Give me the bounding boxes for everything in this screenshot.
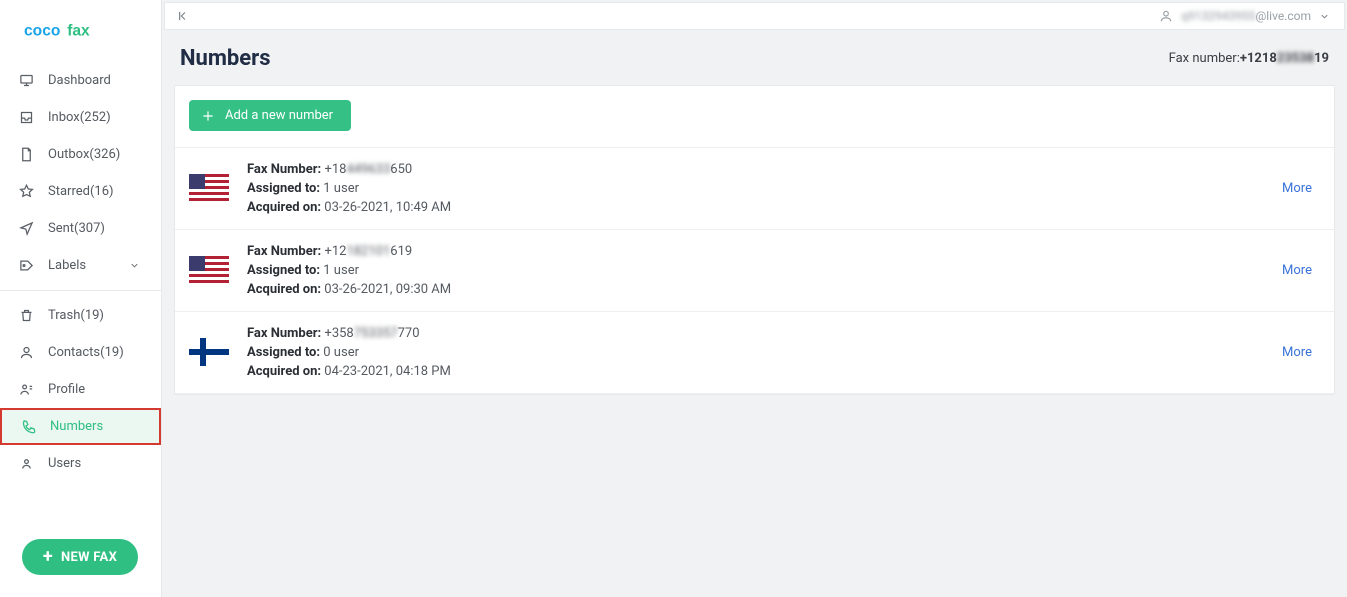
sidebar-item-label: Outbox(326) — [48, 147, 143, 162]
sidebar-item-label: Users — [48, 456, 143, 471]
row-acquired: Acquired on: 03-26-2021, 09:30 AM — [247, 282, 1282, 297]
brand-logo[interactable]: coco fax — [0, 0, 161, 56]
sidebar-item-inbox[interactable]: Inbox(252) — [0, 99, 161, 136]
more-link[interactable]: More — [1282, 263, 1312, 278]
row-acquired: Acquired on: 03-26-2021, 10:49 AM — [247, 200, 1282, 215]
number-row: Fax Number: +12182101619 Assigned to: 1 … — [175, 230, 1334, 312]
row-fax-number: Fax Number: +358753357770 — [247, 326, 1282, 341]
sidebar-item-label: Labels — [48, 258, 115, 273]
sent-icon — [18, 220, 34, 236]
chevron-down-icon — [129, 260, 143, 271]
inbox-icon — [18, 109, 34, 125]
sidebar-item-users[interactable]: Users — [0, 445, 161, 482]
numbers-list: Fax Number: +18449633650 Assigned to: 1 … — [175, 148, 1334, 394]
flag-us-icon — [189, 256, 229, 284]
users-icon — [18, 455, 34, 471]
sidebar-item-label: Dashboard — [48, 73, 143, 88]
star-icon — [18, 183, 34, 199]
page-header: Numbers Fax number:+12182353819 — [162, 30, 1347, 85]
row-fax-number: Fax Number: +12182101619 — [247, 244, 1282, 259]
sidebar-item-label: Trash(19) — [48, 308, 143, 323]
more-link[interactable]: More — [1282, 345, 1312, 360]
chevron-down-icon — [1319, 11, 1330, 22]
sidebar-item-trash[interactable]: Trash(19) — [0, 297, 161, 334]
sidebar-item-sent[interactable]: Sent(307) — [0, 210, 161, 247]
profile-icon — [18, 381, 34, 397]
sidebar-item-label: Inbox(252) — [48, 110, 143, 125]
contacts-icon — [18, 344, 34, 360]
row-acquired: Acquired on: 04-23-2021, 04:18 PM — [247, 364, 1282, 379]
dashboard-icon — [18, 72, 34, 88]
row-fax-number: Fax Number: +18449633650 — [247, 162, 1282, 177]
svg-text:fax: fax — [67, 23, 90, 40]
collapse-sidebar-button[interactable] — [173, 7, 191, 25]
sidebar-item-label: Numbers — [50, 419, 141, 434]
new-fax-label: NEW FAX — [61, 550, 117, 565]
flag-us-icon — [189, 174, 229, 202]
sidebar-item-labels[interactable]: Labels — [0, 247, 161, 284]
outbox-icon — [18, 146, 34, 162]
row-assigned: Assigned to: 1 user — [247, 181, 1282, 196]
numbers-card: Add a new number Fax Number: +1844963365… — [174, 85, 1335, 395]
label-icon — [18, 257, 34, 273]
user-menu[interactable]: q9132943955@live.com — [1159, 9, 1330, 23]
current-fax-number: Fax number:+12182353819 — [1169, 51, 1329, 66]
sidebar-item-numbers[interactable]: Numbers — [0, 408, 161, 445]
page-title: Numbers — [180, 46, 271, 71]
sidebar-nav: Dashboard Inbox(252) Outbox(326) Starred… — [0, 56, 161, 523]
svg-text:coco: coco — [24, 23, 60, 40]
number-row: Fax Number: +18449633650 Assigned to: 1 … — [175, 148, 1334, 230]
number-row: Fax Number: +358753357770 Assigned to: 0… — [175, 312, 1334, 394]
sidebar-item-profile[interactable]: Profile — [0, 371, 161, 408]
sidebar-item-outbox[interactable]: Outbox(326) — [0, 136, 161, 173]
main: q9132943955@live.com Numbers Fax number:… — [162, 0, 1347, 597]
sidebar-item-label: Starred(16) — [48, 184, 143, 199]
sidebar-item-contacts[interactable]: Contacts(19) — [0, 334, 161, 371]
add-number-label: Add a new number — [225, 108, 333, 123]
sidebar-item-dashboard[interactable]: Dashboard — [0, 62, 161, 99]
sidebar-separator — [0, 290, 161, 291]
more-link[interactable]: More — [1282, 181, 1312, 196]
add-number-button[interactable]: Add a new number — [189, 100, 351, 131]
row-assigned: Assigned to: 0 user — [247, 345, 1282, 360]
phone-icon — [20, 418, 36, 434]
topbar: q9132943955@live.com — [164, 2, 1345, 30]
trash-icon — [18, 307, 34, 323]
user-email: q9132943955@live.com — [1181, 9, 1311, 23]
row-assigned: Assigned to: 1 user — [247, 263, 1282, 278]
plus-icon: + — [43, 548, 53, 566]
user-icon — [1159, 9, 1173, 23]
sidebar-item-starred[interactable]: Starred(16) — [0, 173, 161, 210]
sidebar: coco fax Dashboard Inbox(252) Outbox(326… — [0, 0, 162, 597]
new-fax-button[interactable]: + NEW FAX — [22, 539, 138, 575]
plus-icon — [201, 109, 215, 123]
sidebar-item-label: Profile — [48, 382, 143, 397]
flag-fi-icon — [189, 338, 229, 366]
sidebar-item-label: Contacts(19) — [48, 345, 143, 360]
action-bar: Add a new number — [175, 86, 1334, 148]
sidebar-item-label: Sent(307) — [48, 221, 143, 236]
